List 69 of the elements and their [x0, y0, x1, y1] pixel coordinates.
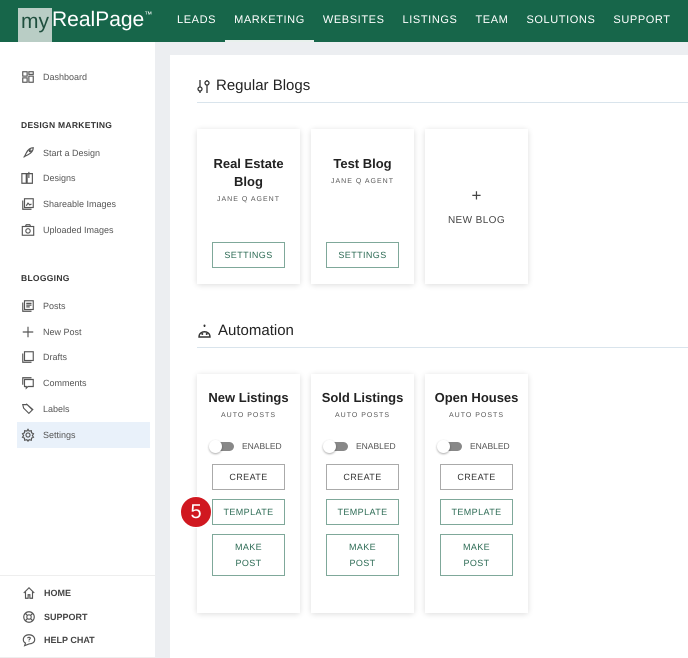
blog-title: Test Blog	[332, 155, 393, 173]
trademark-sign: ™	[144, 10, 152, 19]
footer-link[interactable]: HELP CHAT	[18, 628, 150, 652]
nav-tab[interactable]: TEAM	[466, 0, 518, 42]
toggle-label: ENABLED	[356, 441, 396, 451]
automation-title: Open Houses	[434, 389, 520, 407]
section-heading: BLOGGING	[21, 272, 71, 283]
toggle-label: ENABLED	[242, 441, 282, 451]
sidebar-item[interactable]: Shareable Images	[17, 191, 150, 218]
toggle-switch[interactable]	[326, 442, 348, 450]
nav-tab[interactable]: SUPPORT	[604, 0, 680, 42]
tag-icon	[21, 402, 35, 416]
logo[interactable]: my RealPage™	[18, 0, 162, 42]
lifebuoy-icon	[22, 610, 36, 624]
camera-icon	[21, 223, 35, 238]
sidebar-item[interactable]: Labels	[17, 396, 150, 422]
make-post-button[interactable]: MAKE POST	[440, 534, 513, 576]
sidebar-item[interactable]: Settings	[17, 422, 150, 448]
create-button[interactable]: CREATE	[212, 464, 285, 490]
nav-tab[interactable]: LISTINGS	[394, 0, 466, 42]
settings-icon	[21, 428, 35, 442]
section-title: Automation	[218, 322, 294, 339]
sidebar-item[interactable]: Start a Design	[17, 140, 150, 166]
section-heading: DESIGN MARKETING	[21, 120, 114, 130]
nav-tab[interactable]: WEBSITES	[314, 0, 394, 42]
copy-icon	[21, 350, 35, 364]
make-post-button[interactable]: MAKE POST	[326, 534, 399, 576]
footer-link[interactable]: SUPPORT	[18, 605, 150, 628]
automation-title: Sold Listings	[320, 389, 404, 407]
sidebar-item[interactable]: Posts	[17, 292, 150, 319]
chat-icon	[21, 376, 35, 390]
sidebar-item[interactable]: Uploaded Images	[17, 217, 150, 243]
settings-button[interactable]: SETTINGS	[212, 242, 285, 268]
image-icon	[21, 197, 35, 212]
nav-tab[interactable]: SOLUTIONS	[517, 0, 604, 42]
settings-button[interactable]: SETTINGS	[326, 242, 399, 268]
logo-text: RealPage	[52, 8, 144, 32]
sidebar-item[interactable]: Dashboard	[17, 64, 150, 90]
help-chat-icon	[22, 633, 36, 648]
plus-sign: +	[472, 187, 482, 205]
footer-link[interactable]: HOME	[18, 582, 150, 605]
toggle-switch[interactable]	[440, 442, 462, 450]
robot-icon	[197, 324, 212, 338]
template-button[interactable]: TEMPLATE	[326, 499, 399, 525]
create-button[interactable]: CREATE	[440, 464, 513, 490]
home-icon	[22, 586, 36, 600]
book-icon	[21, 171, 35, 186]
template-button[interactable]: TEMPLATE	[440, 499, 513, 525]
blog-title: Real Estate Blog	[212, 155, 285, 191]
dashboard-icon	[21, 70, 35, 84]
make-post-button[interactable]: MAKE POST	[212, 534, 285, 576]
nav-tab[interactable]: LEADS	[168, 0, 226, 42]
sidebar-item[interactable]: Designs	[17, 166, 150, 192]
create-button[interactable]: CREATE	[326, 464, 399, 490]
template-button[interactable]: TEMPLATE	[212, 499, 285, 525]
sidebar-item[interactable]: New Post	[17, 318, 150, 345]
sliders-icon	[197, 78, 210, 92]
new-blog-label: NEW BLOG	[448, 215, 506, 226]
step-badge: 5	[180, 496, 212, 528]
section-title: Regular Blogs	[216, 77, 310, 94]
new-blog-card[interactable]: + NEW BLOG	[425, 129, 528, 284]
automation-title: New Listings	[207, 389, 290, 407]
toggle-switch[interactable]	[212, 442, 234, 450]
toggle-label: ENABLED	[470, 441, 510, 451]
sidebar-item[interactable]: Comments	[17, 370, 150, 396]
logo-mark: my	[18, 8, 52, 42]
sidebar-item[interactable]: Drafts	[17, 344, 150, 370]
plus-icon	[21, 324, 35, 339]
document-icon	[21, 298, 35, 313]
